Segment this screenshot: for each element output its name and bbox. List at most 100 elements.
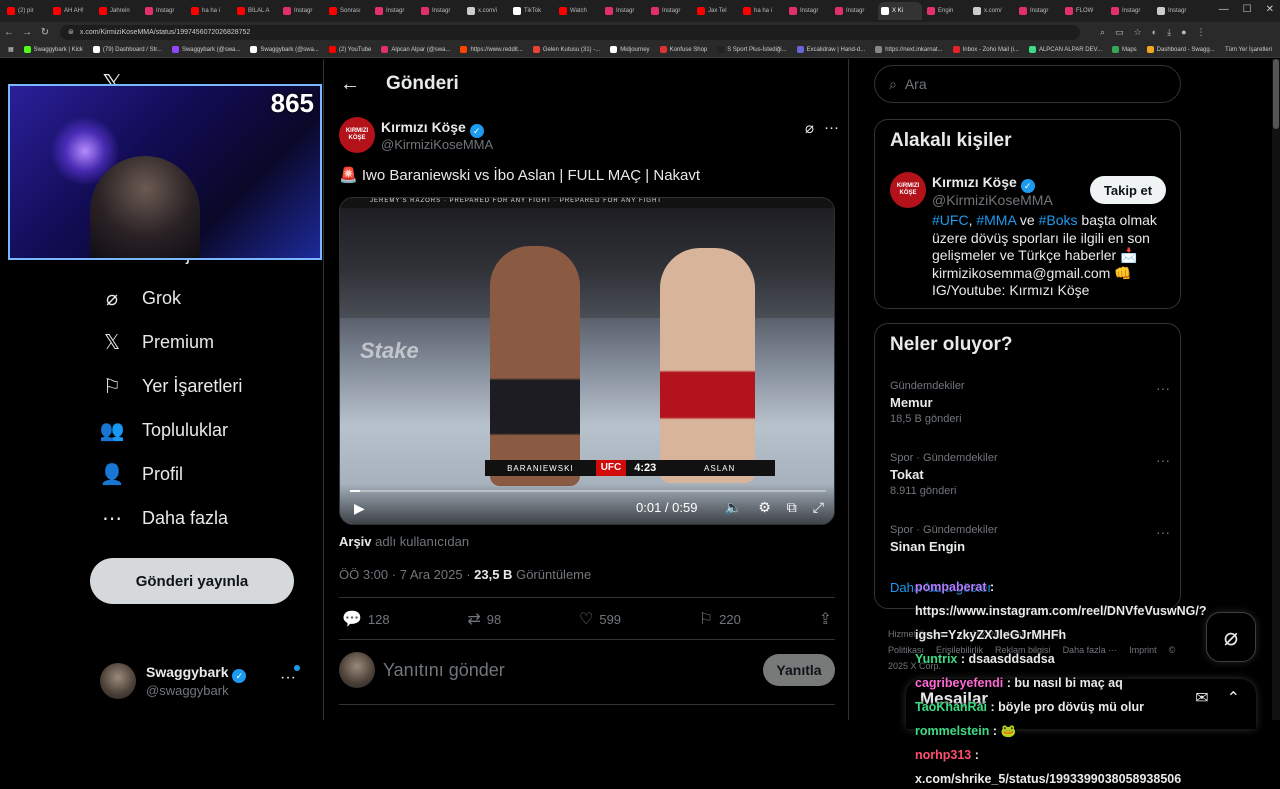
account-switcher[interactable]: Swaggybark ✓ @swaggybark ··· [100,659,310,703]
sidebar-item-profil[interactable]: 👤 Profil [100,462,183,486]
expand-up-icon[interactable]: ⌃ [1227,688,1240,708]
scrollbar-thumb[interactable] [1273,59,1279,129]
browser-tab[interactable]: (2) pir [4,2,48,20]
like-button[interactable]: ♡ 599 [579,609,621,629]
bookmark-item[interactable]: Midjourney [610,46,650,53]
new-message-icon[interactable]: ✉ [1195,688,1208,708]
site-info-icon[interactable]: ⊜ [68,28,74,36]
bookmark-item[interactable]: ALPCAN ALPAR DEV... [1028,46,1102,53]
related-avatar[interactable]: KIRMIZI KÖŞE [890,172,926,208]
hashtag-link[interactable]: #MMA [976,212,1016,228]
footer-link[interactable]: Daha fazla ··· [1063,645,1118,655]
settings-gear-icon[interactable]: ⚙ [758,499,771,516]
more-dots-icon[interactable]: ··· [280,669,296,687]
bookmark-item[interactable]: https://next.inkarnat... [875,46,943,53]
more-dots-icon[interactable]: ··· [1156,452,1170,468]
footer-link[interactable]: Imprint [1129,645,1157,655]
star-icon[interactable]: ☆ [1134,27,1142,38]
author-avatar[interactable]: KIRMIZI KÖŞE [339,117,375,153]
author-handle[interactable]: @KirmiziKoseMMA [381,137,493,152]
bookmark-item[interactable]: Alpcan Alpar (@swa... [381,46,450,53]
bookmark-item[interactable]: https://www.reddit... [460,46,523,53]
tweet-timestamp[interactable]: ÖÖ 3:00 · 7 Ara 2025 · [339,567,474,582]
browser-tab[interactable]: TikTok [510,2,554,20]
extension-icon[interactable]: ◐ [1152,27,1157,38]
browser-tab[interactable]: Jax Tel [694,2,738,20]
reload-icon[interactable]: ↻ [36,27,54,38]
cast-icon[interactable]: ▭ [1115,27,1124,38]
related-handle[interactable]: @KirmiziKoseMMA [932,192,1053,208]
url-input[interactable]: ⊜ x.com/KirmiziKoseMMA/status/1997456072… [60,24,1080,40]
browser-tab[interactable]: Instagr [832,2,876,20]
follow-button[interactable]: Takip et [1090,176,1166,204]
sidebar-item-premium[interactable]: 𝕏 Premium [100,330,214,354]
zoom-icon[interactable]: ⌕ [1100,27,1105,38]
bookmark-item[interactable]: (2) YouTube [328,46,371,53]
hashtag-link[interactable]: #UFC [932,212,969,228]
browser-tab[interactable]: Instagr [602,2,646,20]
video-progress-bar[interactable] [350,490,826,492]
browser-tab[interactable]: Instagr [786,2,830,20]
play-icon[interactable]: ▶ [354,500,365,517]
volume-icon[interactable]: 🔈 [725,499,742,516]
bookmark-item[interactable]: Swaggybark (@swa... [171,46,240,53]
download-icon[interactable]: ⤓ [1167,27,1171,38]
sidebar-item-topluluklar[interactable]: 👥 Topluluklar [100,418,229,442]
more-options-icon[interactable]: ··· [824,119,839,137]
maximize-icon[interactable]: ☐ [1243,4,1252,15]
back-nav-icon[interactable]: ← [0,27,18,38]
sidebar-item-daha-fazla[interactable]: ⋯ Daha fazla [100,506,228,530]
browser-tab[interactable]: X Ki [878,2,922,20]
fullscreen-icon[interactable]: ⤢ [813,499,824,516]
browser-tab[interactable]: FLOW [1062,2,1106,20]
browser-tab[interactable]: Instagr [1016,2,1060,20]
bookmark-item[interactable]: Maps [1111,46,1137,53]
menu-icon[interactable]: ⋮ [1197,27,1206,38]
trend-item[interactable]: Gündemdekiler Memur 18,5 B gönderi ··· [890,380,1170,425]
sidebar-item-yer-i-aretleri[interactable]: ⚐ Yer İşaretleri [100,374,242,398]
browser-tab[interactable]: Sonrası [326,2,370,20]
profile-icon[interactable]: ● [1181,27,1186,38]
reply-button[interactable]: 💬 128 [342,609,390,629]
reply-input[interactable]: Yanıtını gönder [383,660,763,681]
trend-item[interactable]: Spor · Gündemdekiler Sinan Engin ··· [890,524,1170,557]
picture-in-picture-icon[interactable]: ⧉ [787,499,797,516]
browser-tab[interactable]: Instagr [418,2,462,20]
browser-tab[interactable]: BİLAL A [234,2,278,20]
browser-tab[interactable]: Watch [556,2,600,20]
grok-floating-button[interactable]: ⌀ [1206,612,1256,662]
browser-tab[interactable]: x.com/i [464,2,508,20]
bookmark-item[interactable]: Excalidraw | Hand-d... [796,46,865,53]
minimize-icon[interactable]: — [1219,4,1229,15]
browser-tab[interactable]: ha ha i [740,2,784,20]
bookmark-item[interactable]: Swaggybark | Kick [23,46,83,53]
browser-tab[interactable]: ha ha i [188,2,232,20]
reply-submit-button[interactable]: Yanıtla [763,654,835,686]
browser-tab[interactable]: AH AH! [50,2,94,20]
sidebar-item-grok[interactable]: ⌀ Grok [100,286,181,310]
video-player[interactable]: JEREMY'S RAZORS · PREPARED FOR ANY FIGHT… [339,197,835,525]
trend-item[interactable]: Spor · Gündemdekiler Tokat 8.911 gönderi ··… [890,452,1170,497]
forward-nav-icon[interactable]: → [18,27,36,38]
search-input[interactable]: ⌕ Ara [874,65,1181,103]
related-name[interactable]: Kırmızı Köşe [932,174,1017,190]
browser-tab[interactable]: Instagr [372,2,416,20]
browser-tab[interactable]: Engin [924,2,968,20]
bookmark-item[interactable]: Inbox - Zoho Mail (i... [952,46,1019,53]
archive-user[interactable]: Arşiv [339,534,372,549]
bookmark-button[interactable]: ⚐ 220 [699,609,741,629]
bookmark-item[interactable]: Konfuse Shop [659,46,707,53]
browser-tab[interactable]: Instagr [280,2,324,20]
share-button[interactable]: ⇪ [819,609,832,629]
browser-tab[interactable]: Jahrein [96,2,140,20]
apps-grid-icon[interactable]: ▦ [8,46,14,53]
bookmark-item[interactable]: (79) Dashboard / Str... [92,46,162,53]
more-dots-icon[interactable]: ··· [1156,524,1170,540]
bookmark-item[interactable]: Swaggybark (@swa... [250,46,319,53]
grok-icon[interactable]: ⌀ [805,119,814,137]
browser-tab[interactable]: x.com/ [970,2,1014,20]
close-window-icon[interactable]: ✕ [1266,4,1274,15]
retweet-button[interactable]: ⇄ 98 [467,609,501,629]
browser-tab[interactable]: Instagr [142,2,186,20]
author-name[interactable]: Kırmızı Köşe [381,119,466,135]
